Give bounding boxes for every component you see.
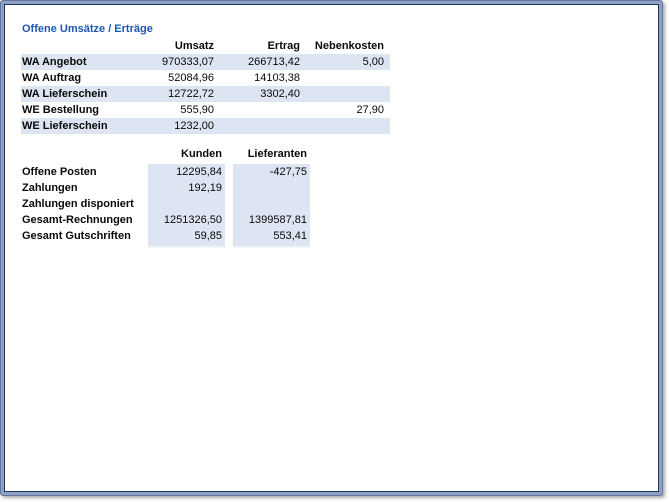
row-label: Offene Posten — [21, 164, 148, 180]
ertrag-value — [220, 102, 306, 118]
report-panel: Offene Umsätze / Erträge Umsatz Ertrag N… — [4, 4, 659, 492]
table2-header-spacer — [21, 146, 148, 162]
umsatz-value: 970333,07 — [124, 54, 220, 70]
ertrag-value: 266713,42 — [220, 54, 306, 70]
nebenkosten-value: 27,90 — [306, 102, 390, 118]
table2-header-row: Kunden Lieferanten — [21, 146, 310, 162]
kunden-value: 59,85 — [148, 228, 225, 244]
umsatz-value: 1232,00 — [124, 118, 220, 134]
nebenkosten-value — [306, 70, 390, 86]
ertrag-value: 14103,38 — [220, 70, 306, 86]
lieferanten-block-shadow — [233, 244, 310, 249]
lieferanten-value: -427,75 — [233, 164, 310, 180]
table-row: WA Lieferschein 12722,72 3302,40 — [21, 86, 390, 102]
row-label: Gesamt Gutschriften — [21, 228, 148, 244]
table-row: Zahlungen 192,19 — [21, 180, 310, 196]
table2-header-kunden: Kunden — [148, 146, 225, 162]
table-row: Offene Posten 12295,84 -427,75 — [21, 164, 310, 180]
table-row: WA Angebot 970333,07 266713,42 5,00 — [21, 54, 390, 70]
column-gap — [225, 212, 233, 228]
umsatz-value: 52084,96 — [124, 70, 220, 86]
table1-header-row: Umsatz Ertrag Nebenkosten — [21, 38, 390, 54]
row-label: WA Lieferschein — [21, 86, 124, 102]
row-label: WA Auftrag — [21, 70, 124, 86]
column-gap — [225, 196, 233, 212]
column-gap — [225, 164, 233, 180]
table-row: WE Bestellung 555,90 27,90 — [21, 102, 390, 118]
table1-header-nebenkosten: Nebenkosten — [306, 38, 390, 54]
row-label: Zahlungen disponiert — [21, 196, 148, 212]
nebenkosten-value: 5,00 — [306, 54, 390, 70]
umsatz-value: 555,90 — [124, 102, 220, 118]
lieferanten-value — [233, 180, 310, 196]
page-title: Offene Umsätze / Erträge — [22, 23, 153, 35]
table2-header-lieferanten: Lieferanten — [233, 146, 310, 162]
umsatz-value: 12722,72 — [124, 86, 220, 102]
nebenkosten-value — [306, 86, 390, 102]
table1-header-umsatz: Umsatz — [124, 38, 220, 54]
table-row: Gesamt Gutschriften 59,85 553,41 — [21, 228, 310, 244]
report-window: Offene Umsätze / Erträge Umsatz Ertrag N… — [0, 0, 663, 496]
kunden-value: 1251326,50 — [148, 212, 225, 228]
kunden-value — [148, 196, 225, 212]
customers-suppliers-table: Kunden Lieferanten Offene Posten 12295,8… — [21, 146, 310, 244]
row-label: WA Angebot — [21, 54, 124, 70]
kunden-block-shadow — [148, 244, 225, 249]
open-revenues-table: Umsatz Ertrag Nebenkosten WA Angebot 970… — [21, 38, 390, 134]
lieferanten-value: 1399587,81 — [233, 212, 310, 228]
ertrag-value: 3302,40 — [220, 86, 306, 102]
table1-header-ertrag: Ertrag — [220, 38, 306, 54]
row-label: WE Bestellung — [21, 102, 124, 118]
table-row: WA Auftrag 52084,96 14103,38 — [21, 70, 390, 86]
lieferanten-value — [233, 196, 310, 212]
table-row: WE Lieferschein 1232,00 — [21, 118, 390, 134]
column-gap — [225, 228, 233, 244]
row-label: Gesamt-Rechnungen — [21, 212, 148, 228]
kunden-value: 12295,84 — [148, 164, 225, 180]
table-row: Gesamt-Rechnungen 1251326,50 1399587,81 — [21, 212, 310, 228]
ertrag-value — [220, 118, 306, 134]
nebenkosten-value — [306, 118, 390, 134]
column-gap — [225, 180, 233, 196]
table2-header-gap — [225, 146, 233, 162]
table1-header-spacer — [21, 38, 124, 54]
kunden-value: 192,19 — [148, 180, 225, 196]
table-row: Zahlungen disponiert — [21, 196, 310, 212]
row-label: WE Lieferschein — [21, 118, 124, 134]
row-label: Zahlungen — [21, 180, 148, 196]
lieferanten-value: 553,41 — [233, 228, 310, 244]
